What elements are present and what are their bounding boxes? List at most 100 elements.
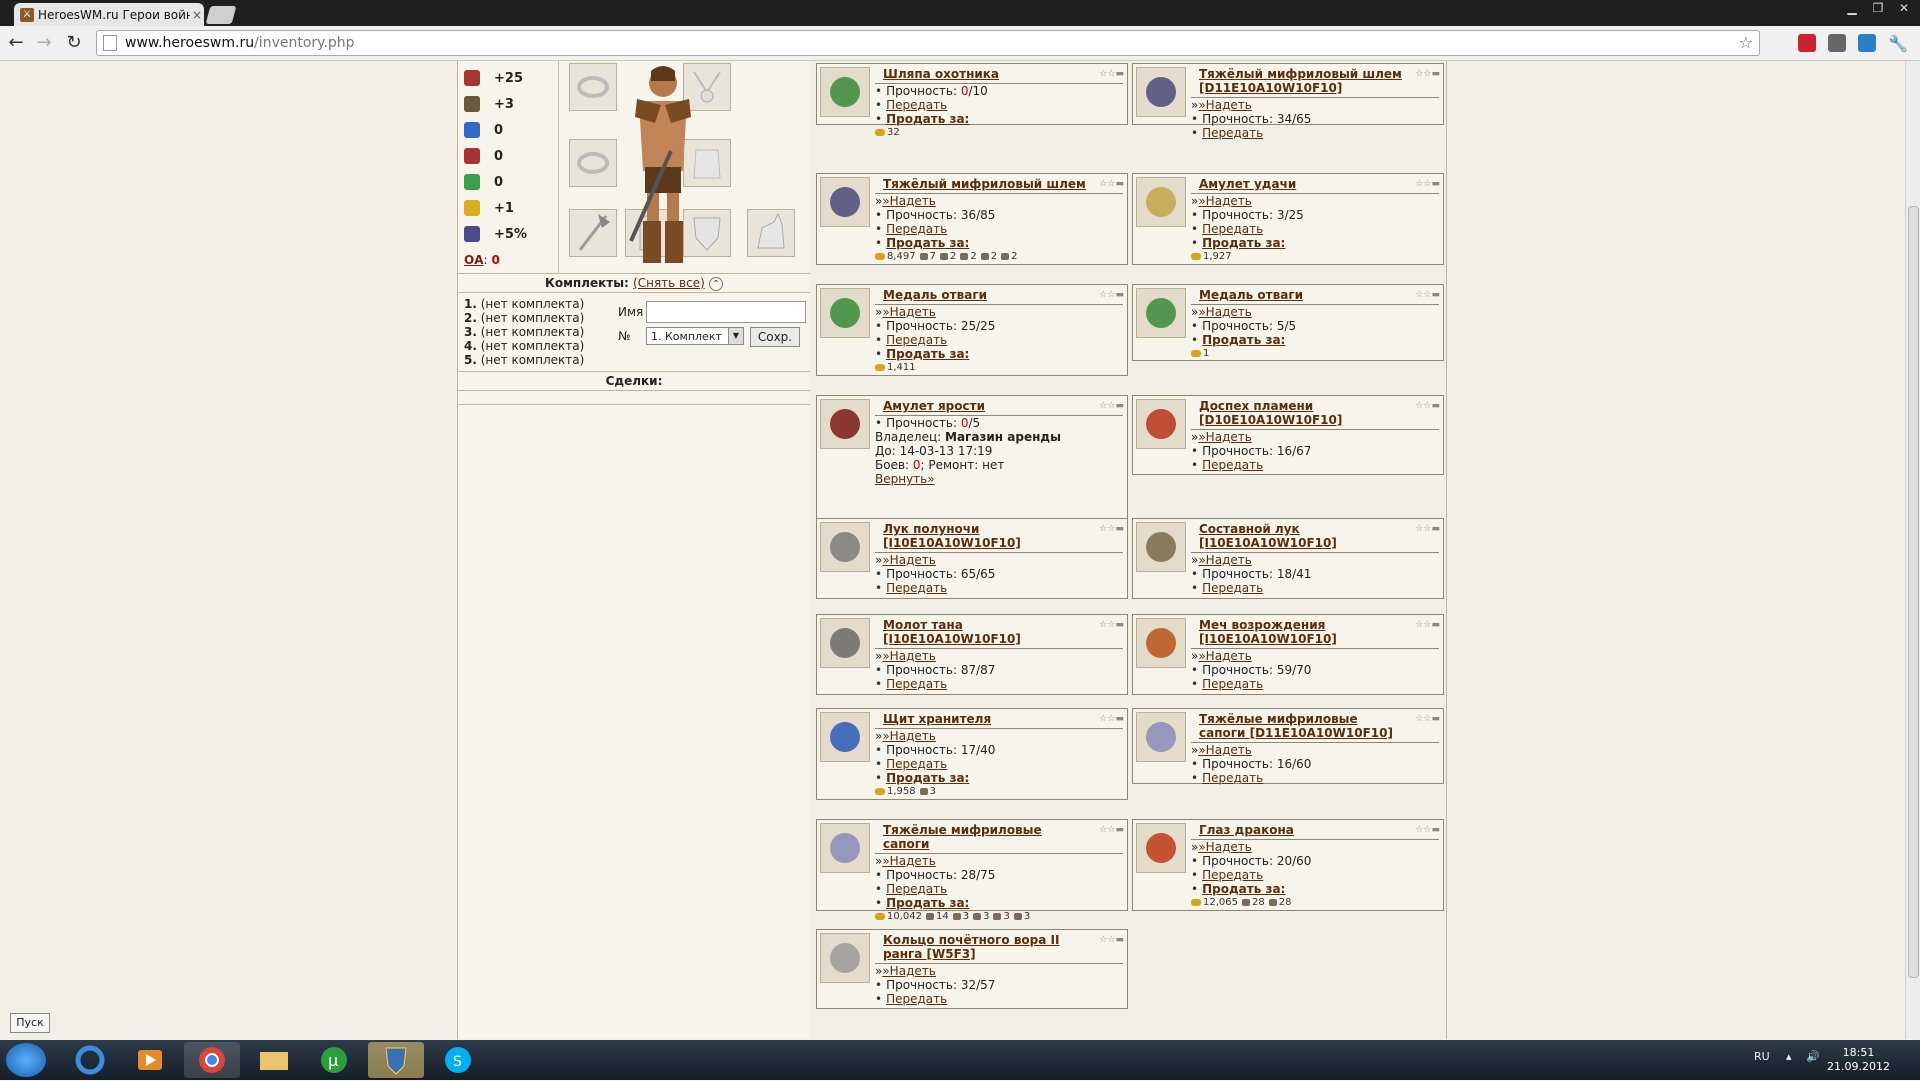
item-title[interactable]: Доспех пламени [D10E10A10W10F10] (1191, 399, 1439, 427)
item-title[interactable]: Медаль отваги (875, 288, 1123, 302)
item-action-link[interactable]: Продать за: (1202, 236, 1285, 250)
item-action-link[interactable]: »Надеть (882, 964, 935, 978)
item-flags-icon[interactable]: ☆☆▬ (1099, 618, 1124, 632)
item-action-link[interactable]: Передать (1202, 677, 1263, 691)
item-action-link[interactable]: »Надеть (882, 305, 935, 319)
ie-icon[interactable] (62, 1042, 118, 1078)
item-flags-icon[interactable]: ☆☆▬ (1099, 823, 1124, 837)
kit-item[interactable]: 5. (нет комплекта) (464, 353, 584, 367)
close-window-icon[interactable]: ✕ (1892, 0, 1916, 18)
kit-number-select[interactable]: 1. Комплект ▼ (646, 327, 744, 345)
item-action-link[interactable]: »Надеть (882, 553, 935, 567)
item-flags-icon[interactable]: ☆☆▬ (1099, 67, 1124, 81)
security-shield-icon[interactable] (368, 1042, 424, 1078)
item-flags-icon[interactable]: ☆☆▬ (1415, 288, 1440, 302)
extension-icon[interactable] (1858, 34, 1876, 52)
oa-label[interactable]: ОА (464, 253, 484, 267)
windows-start-icon[interactable] (6, 1043, 46, 1077)
ring-slot[interactable] (569, 139, 617, 187)
item-image-icon[interactable] (820, 522, 870, 572)
item-flags-icon[interactable]: ☆☆▬ (1415, 67, 1440, 81)
kit-item[interactable]: 1. (нет комплекта) (464, 297, 584, 311)
kit-item[interactable]: 3. (нет комплекта) (464, 325, 584, 339)
item-action-link[interactable]: Продать за: (886, 896, 969, 910)
item-flags-icon[interactable]: ☆☆▬ (1099, 712, 1124, 726)
item-title[interactable]: Молот тана [I10E10A10W10F10] (875, 618, 1123, 646)
item-action-link[interactable]: Продать за: (886, 347, 969, 361)
clock[interactable]: 18:51 21.09.2012 (1827, 1046, 1890, 1074)
collapse-icon[interactable]: ⌃ (708, 276, 723, 291)
weapon-slot[interactable] (569, 209, 617, 257)
item-title[interactable]: Щит хранителя (875, 712, 1123, 726)
bookmark-star-icon[interactable]: ☆ (1739, 33, 1753, 52)
scrollbar-thumb[interactable] (1908, 206, 1919, 978)
item-image-icon[interactable] (820, 399, 870, 449)
item-flags-icon[interactable]: ☆☆▬ (1415, 712, 1440, 726)
item-image-icon[interactable] (820, 177, 870, 227)
item-action-link[interactable]: »Надеть (882, 729, 935, 743)
wrench-icon[interactable]: 🔧 (1888, 34, 1908, 53)
item-action-link[interactable]: Передать (886, 222, 947, 236)
item-action-link[interactable]: Продать за: (886, 112, 969, 126)
item-action-link[interactable]: »Надеть (882, 194, 935, 208)
skype-icon[interactable]: S (430, 1042, 486, 1078)
item-image-icon[interactable] (820, 288, 870, 338)
item-flags-icon[interactable]: ☆☆▬ (1099, 177, 1124, 191)
reload-icon[interactable]: ↻ (62, 32, 86, 54)
back-icon[interactable]: ← (4, 32, 28, 54)
item-flags-icon[interactable]: ☆☆▬ (1415, 823, 1440, 837)
item-title[interactable]: Тяжёлые мифриловые сапоги (875, 823, 1123, 851)
item-title[interactable]: Медаль отваги (1191, 288, 1439, 302)
restore-icon[interactable]: ❐ (1866, 0, 1890, 18)
explorer-folder-icon[interactable] (246, 1042, 302, 1078)
item-title[interactable]: Составной лук [I10E10A10W10F10] (1191, 522, 1439, 550)
item-action-link[interactable]: Вернуть» (875, 472, 935, 486)
item-action-link[interactable]: Передать (886, 992, 947, 1006)
item-title[interactable]: Шляпа охотника (875, 67, 1123, 81)
item-title[interactable]: Меч возрождения [I10E10A10W10F10] (1191, 618, 1439, 646)
new-tab-button[interactable] (205, 6, 237, 24)
item-image-icon[interactable] (820, 712, 870, 762)
item-flags-icon[interactable]: ☆☆▬ (1099, 288, 1124, 302)
item-title[interactable]: Кольцо почётного вора II ранга [W5F3] (875, 933, 1123, 961)
ring-slot[interactable] (569, 63, 617, 111)
chrome-icon[interactable] (184, 1042, 240, 1078)
extension-icon[interactable] (1828, 34, 1846, 52)
item-flags-icon[interactable]: ☆☆▬ (1415, 618, 1440, 632)
item-image-icon[interactable] (1136, 288, 1186, 338)
item-action-link[interactable]: Продать за: (1202, 882, 1285, 896)
item-image-icon[interactable] (820, 823, 870, 873)
item-action-link[interactable]: »Надеть (1198, 305, 1251, 319)
item-action-link[interactable]: Продать за: (886, 771, 969, 785)
volume-icon[interactable]: 🔊 (1806, 1050, 1820, 1063)
mount-slot[interactable] (747, 209, 795, 257)
item-image-icon[interactable] (1136, 522, 1186, 572)
item-image-icon[interactable] (820, 67, 870, 117)
item-action-link[interactable]: »Надеть (1198, 840, 1251, 854)
item-title[interactable]: Глаз дракона (1191, 823, 1439, 837)
item-image-icon[interactable] (1136, 712, 1186, 762)
item-image-icon[interactable] (1136, 823, 1186, 873)
item-image-icon[interactable] (1136, 618, 1186, 668)
extension-icon[interactable] (1798, 34, 1816, 52)
item-action-link[interactable]: »Надеть (882, 854, 935, 868)
item-title[interactable]: Амулет ярости (875, 399, 1123, 413)
item-flags-icon[interactable]: ☆☆▬ (1415, 522, 1440, 536)
item-action-link[interactable]: Продать за: (1202, 333, 1285, 347)
kit-item[interactable]: 2. (нет комплекта) (464, 311, 584, 325)
item-action-link[interactable]: Передать (886, 677, 947, 691)
item-action-link[interactable]: Передать (886, 333, 947, 347)
kit-save-button[interactable]: Сохр. (750, 327, 800, 347)
close-tab-icon[interactable]: × (190, 8, 204, 22)
item-action-link[interactable]: »Надеть (1198, 430, 1251, 444)
item-action-link[interactable]: »Надеть (1198, 649, 1251, 663)
item-action-link[interactable]: Передать (1202, 126, 1263, 140)
item-image-icon[interactable] (1136, 399, 1186, 449)
item-flags-icon[interactable]: ☆☆▬ (1415, 399, 1440, 413)
remove-all-link[interactable]: (Снять все) (633, 276, 705, 290)
item-action-link[interactable]: »Надеть (882, 649, 935, 663)
item-action-link[interactable]: Передать (1202, 868, 1263, 882)
item-image-icon[interactable] (820, 618, 870, 668)
start-tooltip-button[interactable]: Пуск (10, 1013, 50, 1033)
kit-name-input[interactable] (646, 301, 806, 323)
